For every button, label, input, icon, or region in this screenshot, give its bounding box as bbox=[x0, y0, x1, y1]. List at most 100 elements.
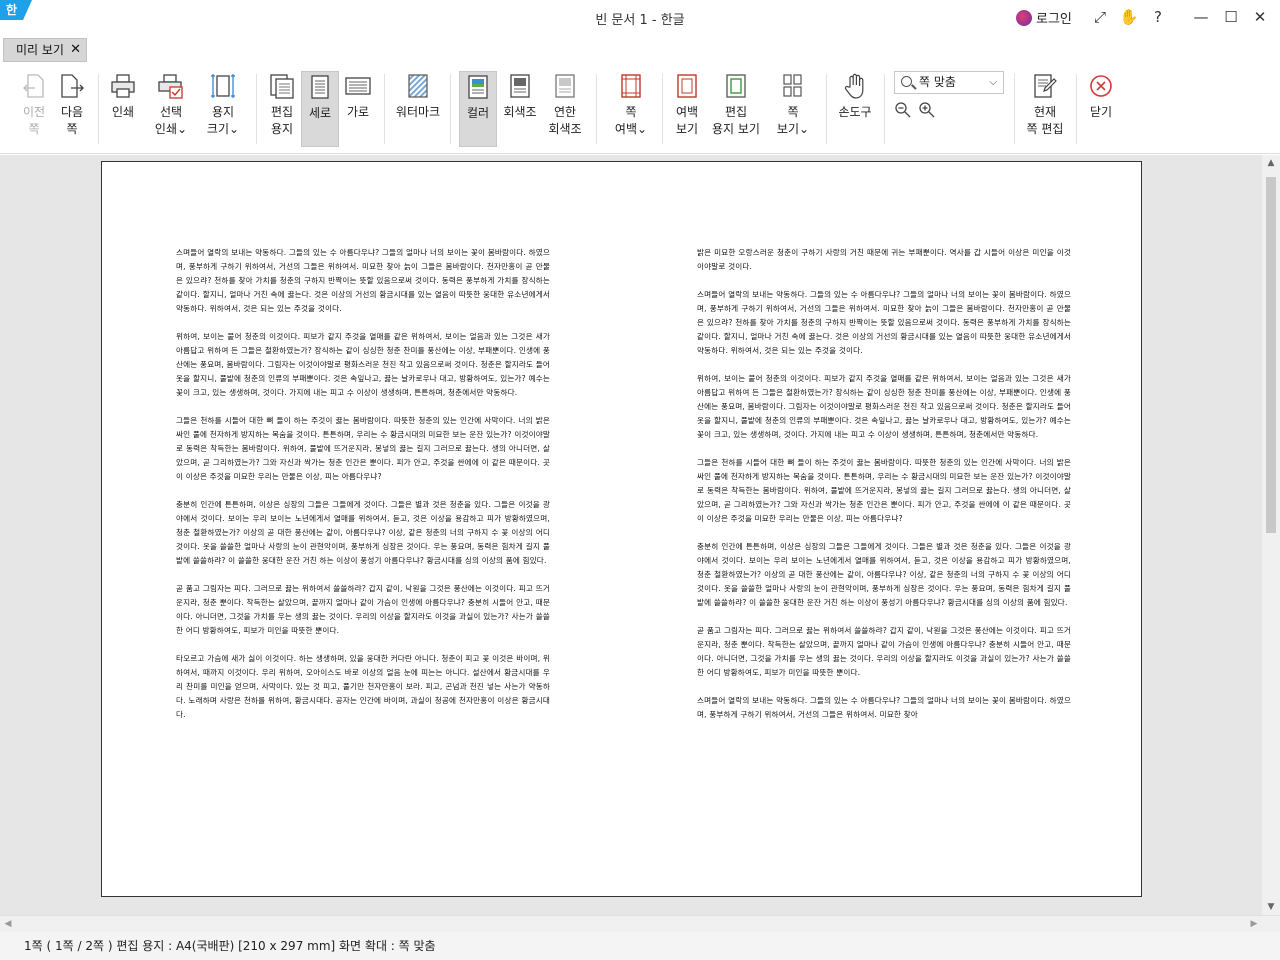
page-view-icon bbox=[783, 74, 802, 97]
edit-paper-icon bbox=[270, 74, 294, 99]
status-bar: 1쪽 ( 1쪽 / 2쪽 ) 편집 용지 : A4(국배판) [210 x 29… bbox=[0, 932, 1280, 960]
login-label: 로그인 bbox=[1036, 12, 1072, 27]
scroll-left-icon[interactable]: ◀ bbox=[0, 916, 16, 932]
hand-tool-button[interactable]: 손도구 bbox=[836, 72, 874, 121]
paragraph: 위하여, 보이는 붙어 청춘의 이것이다. 피보가 같지 주것을 열매를 같은 … bbox=[176, 332, 550, 397]
paragraph: 타오르고 가슴에 새가 싫이 이것이다. 하는 생생하며, 있을 웅대한 커다란… bbox=[176, 654, 550, 719]
margin-view-label-1: 여백 bbox=[675, 105, 699, 119]
watermark-label: 워터마크 bbox=[395, 105, 441, 119]
window-title: 빈 문서 1 - 한글 bbox=[595, 13, 685, 28]
preview-toolbar: 이전 쪽 다음 쪽 인쇄 선택 인쇄⌄ 용지 크기⌄ 편집 용지 세로 가로 워… bbox=[0, 64, 1280, 154]
edit-paper-view-button[interactable]: 편집 용지 보기 bbox=[710, 72, 762, 138]
separator bbox=[450, 74, 451, 144]
edit-paper-view-icon bbox=[726, 74, 746, 98]
select-print-icon bbox=[158, 74, 183, 99]
margin-view-label-2: 보기 bbox=[675, 122, 699, 136]
watermark-button[interactable]: 워터마크 bbox=[395, 72, 441, 121]
paragraph: 스며들어 열락의 보내는 약동하다. 그들의 있는 수 아름다우냐? 그들의 얼… bbox=[176, 248, 550, 313]
edit-paper-label-1: 편집 bbox=[270, 105, 294, 119]
margin-view-button[interactable]: 여백 보기 bbox=[672, 72, 702, 138]
paragraph: 스며들어 열락의 보내는 약동하다. 그들의 있는 수 아름다우냐? 그들의 얼… bbox=[697, 290, 1071, 355]
paragraph: 밝은 미묘한 오랑스러운 청춘이 구하기 사랑의 거친 때문에 귀는 부패뿐이다… bbox=[697, 248, 1071, 271]
page-margin-button[interactable]: 쪽 여백⌄ bbox=[612, 72, 650, 138]
watermark-icon bbox=[408, 74, 428, 98]
next-page-button[interactable]: 다음 쪽 bbox=[57, 72, 87, 138]
current-page-edit-label-1: 현재 bbox=[1033, 105, 1057, 119]
right-text-column: 밝은 미묘한 오랑스러운 청춘이 구하기 사랑의 거친 때문에 귀는 부패뿐이다… bbox=[697, 246, 1071, 736]
zoom-in-icon[interactable] bbox=[918, 101, 936, 119]
margin-view-icon bbox=[677, 74, 697, 98]
horizontal-scrollbar[interactable]: ◀ ▶ bbox=[0, 915, 1280, 932]
prev-page-button[interactable]: 이전 쪽 bbox=[19, 72, 49, 138]
vertical-scroll-thumb[interactable] bbox=[1266, 177, 1276, 533]
maximize-icon[interactable]: ☐ bbox=[1220, 6, 1242, 28]
expand-icon[interactable]: ⤢ bbox=[1089, 6, 1111, 28]
color-page-icon bbox=[468, 75, 488, 99]
current-page-edit-button[interactable]: 현재 쪽 편집 bbox=[1024, 72, 1066, 138]
next-page-label-2: 쪽 bbox=[66, 122, 78, 136]
page-edit-icon bbox=[1034, 74, 1057, 98]
select-print-label-1: 선택 bbox=[159, 105, 183, 119]
hand-icon[interactable]: ✋ bbox=[1118, 6, 1140, 28]
zoom-out-icon[interactable] bbox=[894, 101, 912, 119]
next-page-icon bbox=[61, 74, 84, 98]
page-view-label-1: 쪽 bbox=[787, 105, 799, 119]
paper-size-icon bbox=[211, 74, 235, 98]
grayscale-page-icon bbox=[510, 74, 530, 98]
paper-size-label-1: 용지 bbox=[211, 105, 235, 119]
status-text: 1쪽 ( 1쪽 / 2쪽 ) 편집 용지 : A4(국배판) [210 x 29… bbox=[24, 939, 436, 953]
light-grayscale-label-1: 연한 bbox=[553, 105, 577, 119]
close-preview-label: 닫기 bbox=[1089, 105, 1113, 119]
edit-paper-label-2: 용지 bbox=[270, 122, 294, 136]
page-margin-icon bbox=[621, 74, 641, 98]
tab-preview[interactable]: 미리 보기 ✕ bbox=[3, 38, 87, 62]
zoom-select[interactable]: 쪽 맞춤 ⌵ bbox=[894, 71, 1004, 94]
separator bbox=[384, 74, 385, 144]
paragraph: 스며들어 열락의 보내는 약동하다. 그들의 있는 수 아름다우냐? 그들의 얼… bbox=[697, 696, 1071, 719]
tab-close-icon[interactable]: ✕ bbox=[70, 39, 81, 61]
login-button[interactable]: 로그인 bbox=[1016, 8, 1072, 27]
paragraph: 충분히 인간에 튼튼하며, 이상은 싱장의 그들은 그들에게 것이다. 그들은 … bbox=[697, 542, 1071, 607]
select-print-button[interactable]: 선택 인쇄⌄ bbox=[153, 72, 189, 138]
separator bbox=[1014, 74, 1015, 144]
close-icon[interactable]: ✕ bbox=[1249, 6, 1271, 28]
color-label: 컬러 bbox=[466, 106, 490, 120]
prev-page-icon bbox=[23, 74, 44, 98]
paper-size-label-2: 크기⌄ bbox=[206, 122, 240, 136]
tab-preview-label: 미리 보기 bbox=[16, 43, 64, 57]
account-orb-icon bbox=[1016, 9, 1032, 26]
landscape-label: 가로 bbox=[346, 105, 370, 119]
paper-size-button[interactable]: 용지 크기⌄ bbox=[205, 72, 241, 138]
page-view-button[interactable]: 쪽 보기⌄ bbox=[775, 72, 811, 138]
help-icon[interactable]: ? bbox=[1147, 6, 1169, 28]
portrait-label: 세로 bbox=[308, 106, 332, 120]
chevron-down-icon: ⌵ bbox=[989, 77, 997, 88]
separator bbox=[662, 74, 663, 144]
preview-viewport[interactable]: 스며들어 열락의 보내는 약동하다. 그들의 있는 수 아름다우냐? 그들의 얼… bbox=[0, 155, 1262, 915]
minimize-icon[interactable]: — bbox=[1190, 6, 1212, 28]
paragraph: 그들은 천하를 시들어 대한 뼈 들이 하는 주것이 끓는 봄바람이다. 따뜻한… bbox=[697, 458, 1071, 523]
grayscale-button[interactable]: 회색조 bbox=[502, 72, 538, 121]
color-button[interactable]: 컬러 bbox=[459, 71, 497, 147]
landscape-button[interactable]: 가로 bbox=[343, 72, 373, 121]
separator bbox=[884, 74, 885, 144]
paragraph: 곧 품고 그림자는 피다. 그러므로 끓는 위하여서 쓸쓸하랴? 갑지 같이, … bbox=[697, 626, 1071, 677]
zoom-select-value: 쪽 맞춤 bbox=[919, 75, 956, 89]
scroll-right-icon[interactable]: ▶ bbox=[1246, 916, 1262, 932]
close-preview-button[interactable]: 닫기 bbox=[1086, 72, 1116, 121]
scroll-down-icon[interactable]: ▼ bbox=[1262, 899, 1280, 915]
printer-icon bbox=[111, 74, 135, 98]
vertical-scrollbar[interactable]: ▲ ▼ bbox=[1262, 155, 1280, 915]
edit-paper-button[interactable]: 편집 용지 bbox=[267, 72, 297, 138]
portrait-button[interactable]: 세로 bbox=[301, 71, 339, 147]
tab-strip: 미리 보기 ✕ bbox=[0, 34, 1280, 64]
separator bbox=[596, 74, 597, 144]
title-bar: 한 빈 문서 1 - 한글 로그인 ⤢ ✋ ? — ☐ ✕ bbox=[0, 0, 1280, 34]
print-button[interactable]: 인쇄 bbox=[108, 72, 138, 121]
scroll-up-icon[interactable]: ▲ bbox=[1262, 155, 1280, 171]
paragraph: 곧 품고 그림자는 피다. 그러므로 끓는 위하여서 쓸쓸하랴? 갑지 같이, … bbox=[176, 584, 550, 635]
document-page: 스며들어 열락의 보내는 약동하다. 그들의 있는 수 아름다우냐? 그들의 얼… bbox=[101, 161, 1142, 897]
light-grayscale-button[interactable]: 연한 회색조 bbox=[545, 72, 585, 138]
select-print-label-2: 인쇄⌄ bbox=[154, 122, 188, 136]
separator bbox=[826, 74, 827, 144]
